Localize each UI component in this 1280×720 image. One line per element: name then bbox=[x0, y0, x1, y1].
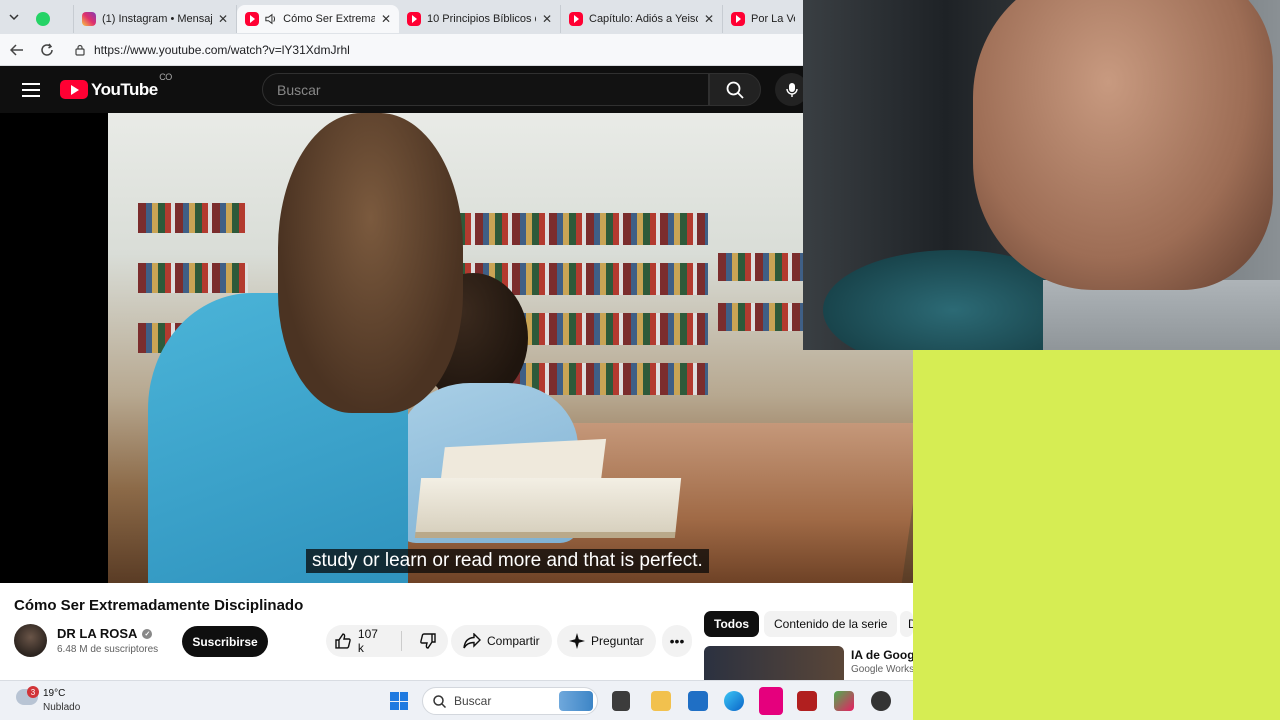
channel-name: DR LA ROSA bbox=[57, 626, 138, 641]
taskbar-search-label: Buscar bbox=[454, 694, 492, 708]
share-icon bbox=[463, 633, 481, 649]
youtube-icon bbox=[731, 12, 745, 26]
windows-taskbar: 3 19°C Nublado Buscar bbox=[0, 680, 913, 720]
search-input[interactable]: Buscar bbox=[262, 73, 709, 106]
reload-icon bbox=[41, 43, 53, 56]
tab-youtube-active[interactable]: Cómo Ser Extremada ✕ bbox=[237, 5, 399, 33]
video-details: Cómo Ser Extremadamente Disciplinado DR … bbox=[0, 583, 913, 680]
chip-series[interactable]: Contenido de la serie bbox=[764, 611, 898, 637]
like-count: 107 k bbox=[357, 627, 378, 655]
search-icon bbox=[726, 81, 744, 99]
youtube-play-icon bbox=[60, 80, 88, 99]
app-icon-2[interactable] bbox=[834, 691, 854, 711]
tab-capitulo[interactable]: Capítulo: Adiós a Yeison J ✕ bbox=[561, 5, 723, 33]
tab-por-la-venta[interactable]: Por La Venta bbox=[723, 5, 803, 33]
video-frame bbox=[108, 113, 913, 583]
instagram-icon bbox=[82, 12, 96, 26]
store-icon[interactable] bbox=[688, 691, 708, 711]
chip-more[interactable]: D bbox=[900, 611, 913, 637]
like-dislike-group: 107 k bbox=[326, 625, 448, 657]
windows-start-icon[interactable] bbox=[390, 692, 408, 710]
video-player[interactable]: study or learn or read more and that is … bbox=[0, 113, 913, 583]
chip-all[interactable]: Todos bbox=[704, 611, 760, 637]
recommendation-thumbnail[interactable] bbox=[704, 646, 844, 680]
subscribe-button[interactable]: Suscribirse bbox=[182, 626, 268, 657]
dislike-button[interactable] bbox=[408, 632, 448, 650]
youtube-header: YouTube CO Buscar bbox=[0, 66, 808, 113]
tab-instagram[interactable]: (1) Instagram • Mensajes ✕ bbox=[74, 5, 237, 33]
whatsapp-icon bbox=[36, 12, 50, 26]
notification-badge: 3 bbox=[27, 686, 39, 698]
tab-title: Cómo Ser Extremada bbox=[283, 13, 375, 25]
country-code: CO bbox=[159, 71, 172, 82]
search-highlight-icon bbox=[559, 691, 593, 711]
recommendation-channel: Google Works bbox=[851, 664, 913, 675]
app-icon[interactable] bbox=[797, 691, 817, 711]
channel-name-row[interactable]: DR LA ROSA ✓ bbox=[57, 626, 153, 641]
ask-button[interactable]: Preguntar bbox=[557, 625, 656, 657]
youtube-logo[interactable]: YouTube CO bbox=[60, 72, 172, 100]
file-explorer-icon[interactable] bbox=[651, 691, 671, 711]
ask-label: Preguntar bbox=[591, 634, 644, 648]
close-tab-icon[interactable]: ✕ bbox=[542, 12, 552, 26]
subscriber-count: 6.48 M de suscriptores bbox=[57, 644, 159, 655]
share-label: Compartir bbox=[487, 634, 540, 648]
green-overlay-panel bbox=[913, 350, 1280, 720]
site-info-icon[interactable] bbox=[74, 44, 86, 56]
channel-avatar[interactable] bbox=[14, 624, 47, 657]
webcam-overlay bbox=[803, 0, 1280, 350]
tab-principios[interactable]: 10 Principios Bíblicos de J ✕ bbox=[399, 5, 561, 33]
reload-button[interactable] bbox=[34, 37, 60, 63]
url-text: https://www.youtube.com/watch?v=lY31XdmJ… bbox=[94, 42, 350, 57]
logo-text: YouTube bbox=[91, 79, 158, 99]
browser-tab-strip: (1) Instagram • Mensajes ✕ Cómo Ser Extr… bbox=[0, 0, 803, 34]
video-caption: study or learn or read more and that is … bbox=[306, 549, 709, 573]
taskbar-search[interactable]: Buscar bbox=[422, 687, 598, 715]
weather-condition: Nublado bbox=[43, 702, 81, 713]
tab-title: Capítulo: Adiós a Yeison J bbox=[589, 13, 698, 25]
recommendation-title[interactable]: IA de Google bbox=[851, 648, 913, 662]
microphone-icon bbox=[785, 82, 798, 97]
back-button[interactable] bbox=[4, 37, 30, 63]
close-tab-icon[interactable]: ✕ bbox=[704, 12, 714, 26]
close-tab-icon[interactable]: ✕ bbox=[218, 12, 228, 26]
temperature: 19°C bbox=[43, 688, 66, 699]
tab-title: 10 Principios Bíblicos de J bbox=[427, 13, 536, 25]
thumbs-up-icon bbox=[335, 633, 351, 649]
tab-list-button[interactable] bbox=[0, 0, 28, 34]
back-arrow-icon bbox=[10, 43, 23, 56]
tab-title: (1) Instagram • Mensajes bbox=[102, 13, 212, 25]
speaker-icon[interactable] bbox=[265, 13, 277, 25]
youtube-icon bbox=[245, 12, 259, 26]
youtube-icon bbox=[407, 12, 421, 26]
address-bar: https://www.youtube.com/watch?v=lY31XdmJ… bbox=[0, 34, 803, 66]
tab-whatsapp[interactable] bbox=[28, 5, 74, 33]
task-view-icon[interactable] bbox=[612, 691, 630, 711]
chevron-down-icon bbox=[9, 14, 19, 21]
search-icon bbox=[433, 694, 446, 708]
sparkle-icon bbox=[569, 633, 585, 649]
tab-title: Por La Venta bbox=[751, 13, 795, 25]
more-icon: ••• bbox=[669, 633, 685, 649]
menu-icon[interactable] bbox=[22, 82, 40, 97]
tiktok-icon[interactable] bbox=[759, 687, 783, 715]
thumbs-down-icon bbox=[420, 633, 436, 649]
youtube-icon bbox=[569, 12, 583, 26]
share-button[interactable]: Compartir bbox=[451, 625, 552, 657]
edge-icon[interactable] bbox=[724, 691, 744, 711]
like-button[interactable]: 107 k bbox=[326, 625, 387, 657]
verified-icon: ✓ bbox=[142, 628, 153, 639]
url-field[interactable]: https://www.youtube.com/watch?v=lY31XdmJ… bbox=[66, 38, 803, 62]
app-icon-3[interactable] bbox=[871, 691, 891, 711]
search-button[interactable] bbox=[709, 73, 761, 106]
video-title: Cómo Ser Extremadamente Disciplinado bbox=[14, 597, 304, 614]
close-tab-icon[interactable]: ✕ bbox=[381, 12, 391, 26]
more-actions-button[interactable]: ••• bbox=[662, 625, 692, 657]
